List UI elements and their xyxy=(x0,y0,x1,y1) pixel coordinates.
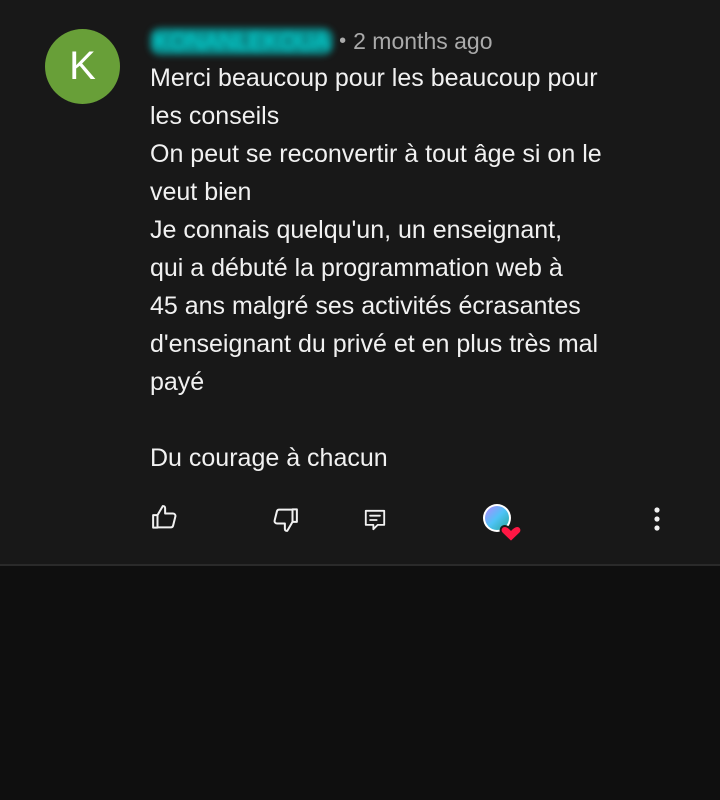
more-vertical-icon xyxy=(653,506,661,532)
comment-card: K KONANLEKOUA • 2 months ago Merci beauc… xyxy=(0,0,720,566)
reply-icon xyxy=(362,507,388,533)
like-button[interactable] xyxy=(145,497,185,537)
avatar[interactable]: K xyxy=(45,29,120,104)
creator-heart-icon xyxy=(479,501,525,547)
reply-button[interactable] xyxy=(355,500,395,540)
thumbs-down-icon xyxy=(270,505,300,535)
meta-separator: • xyxy=(339,29,347,52)
empty-area xyxy=(0,566,720,800)
dislike-button[interactable] xyxy=(265,500,305,540)
more-button[interactable] xyxy=(637,499,677,539)
comment-meta: KONANLEKOUA • 2 months ago xyxy=(150,26,493,56)
author-name[interactable]: KONANLEKOUA xyxy=(150,27,334,55)
creator-heart[interactable] xyxy=(478,500,526,548)
thumbs-up-icon xyxy=(150,502,180,532)
comment-timestamp[interactable]: 2 months ago xyxy=(353,28,492,55)
comment-text: Merci beaucoup pour les beaucoup pour le… xyxy=(150,64,602,472)
